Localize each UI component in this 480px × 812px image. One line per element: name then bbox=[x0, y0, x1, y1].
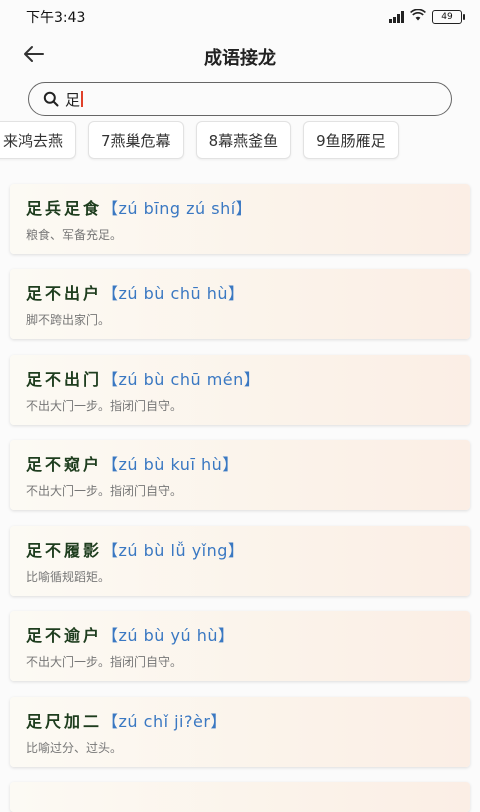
idiom-word: 足不出门 bbox=[26, 370, 103, 389]
idiom-word: 足不逾户 bbox=[26, 626, 103, 645]
chain-chip[interactable]: 8幕燕釜鱼 bbox=[195, 121, 292, 159]
idiom-meaning: 不出大门一步。指闭门自守。 bbox=[26, 655, 183, 669]
idiom-meaning: 不出大门一步。指闭门自守。 bbox=[26, 399, 183, 413]
idiom-pinyin: 【zú chǐ ji?èr】 bbox=[102, 712, 227, 731]
status-time: 下午3:43 bbox=[26, 10, 86, 26]
idiom-card-partial[interactable] bbox=[10, 782, 470, 812]
search-input[interactable]: 足 bbox=[28, 82, 452, 116]
idiom-card[interactable]: 足不出门【zú bù chū mén】 不出大门一步。指闭门自守。 bbox=[10, 355, 470, 425]
idiom-meaning: 比喻循规蹈矩。 bbox=[26, 570, 111, 584]
idiom-word: 足兵足食 bbox=[26, 199, 103, 218]
idiom-pinyin: 【zú bù lǚ yǐng】 bbox=[102, 541, 245, 560]
idiom-pinyin: 【zú bù yú hù】 bbox=[102, 626, 235, 645]
idiom-word: 足不履影 bbox=[26, 541, 103, 560]
signal-icon bbox=[389, 11, 404, 23]
battery-icon: 49 bbox=[432, 10, 465, 24]
wifi-icon bbox=[410, 8, 426, 25]
search-icon bbox=[43, 91, 59, 107]
idiom-card[interactable]: 足兵足食【zú bīng zú shí】 粮食、军备充足。 bbox=[10, 184, 470, 254]
chain-chip[interactable]: 7燕巢危幕 bbox=[88, 121, 184, 159]
chain-chip[interactable]: 9鱼肠雁足 bbox=[303, 121, 399, 159]
status-icons: 49 bbox=[389, 8, 465, 25]
idiom-meaning: 比喻过分、过头。 bbox=[26, 741, 123, 755]
idiom-meaning: 粮食、军备充足。 bbox=[26, 228, 123, 242]
text-cursor bbox=[81, 91, 84, 107]
status-bar: 下午3:43 49 bbox=[0, 0, 480, 34]
idiom-card[interactable]: 足不窥户【zú bù kuī hù】 不出大门一步。指闭门自守。 bbox=[10, 440, 470, 510]
chain-chips: 来鸿去燕 7燕巢危幕 8幕燕釜鱼 9鱼肠雁足 bbox=[0, 121, 399, 161]
idiom-pinyin: 【zú bù kuī hù】 bbox=[102, 455, 239, 474]
idiom-pinyin: 【zú bīng zú shí】 bbox=[102, 199, 253, 218]
idiom-word: 足尺加二 bbox=[26, 712, 103, 731]
idiom-card[interactable]: 足不逾户【zú bù yú hù】 不出大门一步。指闭门自守。 bbox=[10, 611, 470, 681]
search-input-value: 足 bbox=[65, 90, 81, 109]
idiom-word: 足不窥户 bbox=[26, 455, 103, 474]
idiom-card[interactable]: 足尺加二【zú chǐ ji?èr】 比喻过分、过头。 bbox=[10, 697, 470, 767]
idiom-card[interactable]: 足不出户【zú bù chū hù】 脚不跨出家门。 bbox=[10, 269, 470, 339]
page-title: 成语接龙 bbox=[204, 48, 276, 69]
idiom-meaning: 不出大门一步。指闭门自守。 bbox=[26, 484, 183, 498]
idiom-meaning: 脚不跨出家门。 bbox=[26, 313, 111, 327]
idiom-pinyin: 【zú bù chū hù】 bbox=[102, 284, 245, 303]
app-header: 成语接龙 bbox=[0, 34, 480, 80]
idiom-word: 足不出户 bbox=[26, 284, 103, 303]
idiom-card[interactable]: 足不履影【zú bù lǚ yǐng】 比喻循规蹈矩。 bbox=[10, 526, 470, 596]
idiom-pinyin: 【zú bù chū mén】 bbox=[102, 370, 261, 389]
chain-chip[interactable]: 来鸿去燕 bbox=[0, 121, 77, 159]
